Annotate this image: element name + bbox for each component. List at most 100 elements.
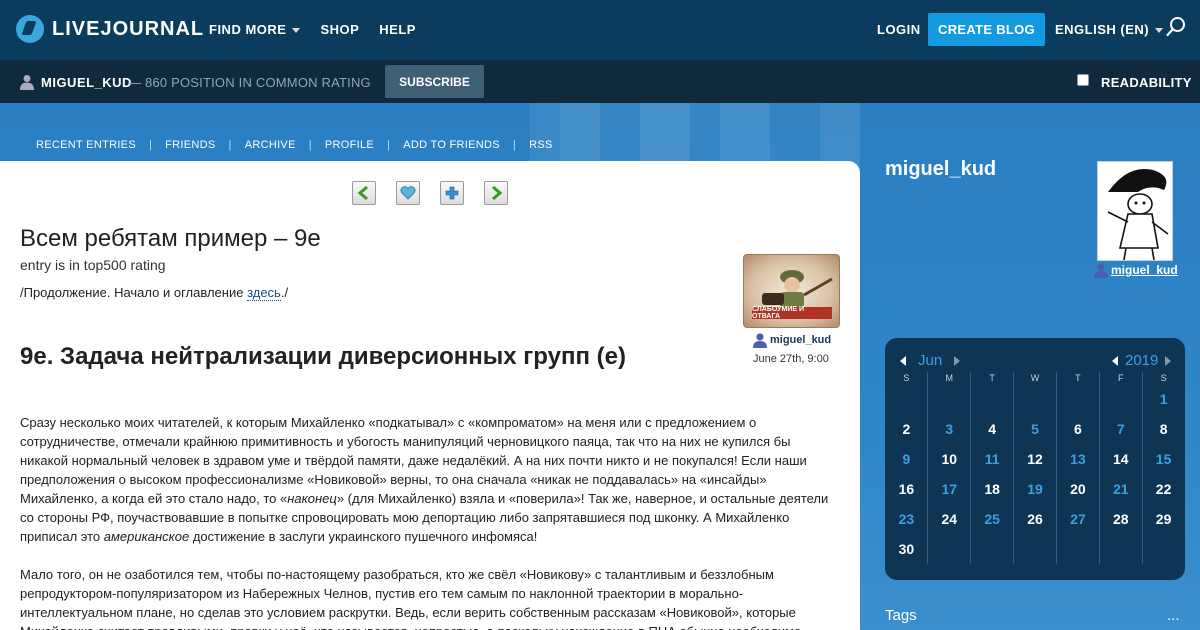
calendar-day[interactable]: 5 [1014,421,1057,437]
link-friends[interactable]: FRIENDS [165,139,215,151]
logo-text: LIVEJOURNAL [52,17,205,40]
calendar-day: 30 [898,541,915,557]
login-link[interactable]: LOGIN [877,22,921,37]
weekday-label: F [1117,373,1124,383]
subscribe-button[interactable]: SUBSCRIBE [385,65,484,98]
journal-sub-navigation: RECENT ENTRIES | FRIENDS | ARCHIVE | PRO… [36,139,553,151]
calendar-day[interactable]: 15 [1142,451,1185,467]
entry-userpic: СЛАБОУМИЕ И ОТВАГА [743,254,840,328]
user-icon [20,75,34,90]
tags-more-link[interactable]: ... [1167,607,1180,624]
language-selector[interactable]: ENGLISH (EN) [1055,22,1164,37]
calendar-day: 29 [1155,511,1172,527]
contents-link[interactable]: здесь [247,285,281,301]
previous-month-icon[interactable] [900,356,906,366]
divider: | [308,139,312,151]
badge-text: СЛАБОУМИЕ И ОТВАГА [752,306,832,320]
top-navigation-bar: LIVEJOURNAL FIND MORE SHOP HELP LOGIN CR… [0,0,1200,60]
main-nav: FIND MORE SHOP HELP [209,22,416,37]
nav-find-more[interactable]: FIND MORE [209,22,301,37]
link-recent-entries[interactable]: RECENT ENTRIES [36,139,136,151]
entry-author[interactable]: miguel_kud [752,332,831,348]
link-rss[interactable]: RSS [529,139,553,151]
calendar-day[interactable]: 19 [1014,481,1057,497]
readability-checkbox[interactable] [1077,74,1089,86]
sidebar-user-link[interactable]: miguel_kud [1093,262,1178,278]
divider: | [228,139,232,151]
rating-text[interactable]: — 860 POSITION IN COMMON RATING [128,75,371,90]
weekday-label: W [1030,373,1040,383]
calendar-year[interactable]: 2019 [1125,352,1158,369]
continuation-prefix: /Продолжение. Начало и оглавление [20,285,248,300]
next-year-icon[interactable] [1165,356,1171,366]
calendar-day: 4 [988,421,997,437]
link-profile[interactable]: PROFILE [325,139,374,151]
calendar-widget: Jun 2019 SMTWTFS 1 2 3 4 5 6 7 8 9 10 11 12 13 14 15 16… [885,338,1185,580]
calendar-day[interactable]: 21 [1099,481,1142,497]
livejournal-logo-icon [16,15,44,43]
nav-find-more-label: FIND MORE [209,22,287,37]
calendar-weekday-row: SMTWTFS [885,372,1185,384]
entry-date: June 27th, 9:00 [753,353,829,365]
calendar-week-row: 16 17 18 19 20 21 22 [885,474,1185,504]
weekday-label: T [1075,373,1081,383]
weekday-label: S [903,373,910,383]
journal-user-bar: MIGUEL_KUD — 860 POSITION IN COMMON RATI… [0,60,1200,103]
divider: | [148,139,153,151]
next-entry-icon[interactable] [484,181,508,205]
previous-year-icon[interactable] [1112,356,1118,366]
calendar-month[interactable]: Jun [918,352,942,369]
journal-username[interactable]: MIGUEL_KUD [41,75,132,90]
search-icon[interactable] [1166,16,1186,38]
emphasis-text: наконец [287,491,337,506]
divider: | [387,139,391,151]
create-blog-button[interactable]: CREATE BLOG [928,13,1045,46]
top500-note[interactable]: entry is in top500 rating [20,257,166,273]
calendar-day: 24 [941,511,958,527]
calendar-day[interactable]: 13 [1056,451,1099,467]
calendar-day[interactable]: 17 [928,481,971,497]
calendar-day: 8 [1159,421,1168,437]
calendar-day[interactable]: 3 [928,421,971,437]
language-label: ENGLISH (EN) [1055,22,1150,37]
calendar-week-row: 9 10 11 12 13 14 15 [885,444,1185,474]
add-to-memories-heart-icon[interactable] [396,181,420,205]
avatar-drawing [1107,168,1169,260]
entry-paragraph-2: Мало того, он не озаботился тем, чтобы п… [20,567,801,630]
journal-avatar[interactable] [1097,161,1173,261]
calendar-day[interactable]: 9 [885,451,928,467]
calendar-day[interactable]: 7 [1099,421,1142,437]
calendar-grid: SMTWTFS 1 2 3 4 5 6 7 8 9 10 11 12 13 14 15 16 17 18 19 20 2… [885,372,1185,564]
calendar-day: 6 [1073,421,1082,437]
nav-help[interactable]: HELP [379,22,416,37]
calendar-day: 10 [941,451,958,467]
user-icon [753,333,767,348]
livejournal-logo[interactable]: LIVEJOURNAL [16,14,204,44]
link-add-to-friends[interactable]: ADD TO FRIENDS [403,139,500,151]
link-archive[interactable]: ARCHIVE [245,139,296,151]
paragraph-text: достижение в заслуги украинского пушечно… [189,529,538,544]
calendar-day[interactable]: 1 [1142,391,1185,407]
add-plus-icon[interactable] [440,181,464,205]
user-icon [1094,263,1108,278]
entry-paragraph-1: Сразу несколько моих читателей, к которы… [20,413,832,546]
nav-shop[interactable]: SHOP [320,22,359,37]
weekday-label: T [989,373,995,383]
divider: | [512,139,517,151]
calendar-day[interactable]: 27 [1056,511,1099,527]
previous-entry-icon[interactable] [352,181,376,205]
readability-label[interactable]: READABILITY [1101,75,1192,90]
calendar-day: 16 [898,481,915,497]
calendar-day[interactable]: 25 [971,511,1014,527]
calendar-day: 22 [1155,481,1172,497]
sidebar-username[interactable]: miguel_kud [1111,263,1178,277]
author-name[interactable]: miguel_kud [770,334,831,346]
continuation-note: /Продолжение. Начало и оглавление здесь.… [20,285,288,301]
calendar-day[interactable]: 11 [971,451,1014,467]
calendar-day[interactable]: 23 [885,511,928,527]
calendar-header: Jun 2019 [885,352,1185,372]
next-month-icon[interactable] [954,356,960,366]
calendar-day: 28 [1112,511,1129,527]
entry-navigation-icons [352,181,508,205]
weekday-label: M [945,373,954,383]
